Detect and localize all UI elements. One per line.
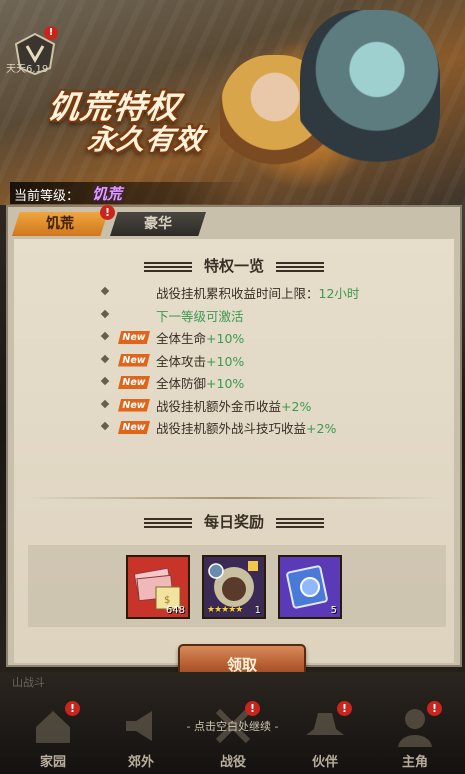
hero-star-rating: ★★★★★ — [207, 605, 243, 615]
nav-partners-label: 伙伴 — [311, 755, 338, 770]
panel-content: 特权一览 战役挂机累积收益时间上限：12小时 下一等级可激活 New 全体生命+… — [14, 239, 454, 684]
nav-partners[interactable]: 伙伴 ! — [290, 701, 360, 770]
reward-item-hero[interactable]: ★★★★★ 1 — [202, 555, 266, 619]
nav-partners-badge: ! — [337, 701, 352, 716]
reward-item-ticket[interactable]: 5 — [278, 555, 342, 619]
nav-suburb-label: 郊外 — [127, 755, 154, 770]
nav-campaign[interactable]: 战役 ! — [198, 701, 268, 770]
nav-hero-badge: ! — [427, 701, 442, 716]
privilege-value: +2% — [281, 398, 312, 414]
privilege-text: 全体生命 — [156, 331, 207, 346]
heading-deco-left — [143, 517, 192, 528]
heading-deco-right — [276, 261, 324, 272]
daily-rewards-title: 每日奖励 — [203, 513, 264, 531]
new-tag: New — [118, 353, 150, 367]
bullet-icon — [100, 399, 110, 408]
list-item: 战役挂机累积收益时间上限：12小时 — [14, 283, 454, 306]
privilege-banner: 饥荒特权 永久有效 ! 天天6.19 当前等级： 饥荒 — [0, 0, 465, 205]
new-tag: New — [118, 331, 150, 344]
new-tag: New — [118, 421, 150, 434]
bullet-icon — [100, 376, 110, 386]
current-level-bar: 当前等级： 饥荒 — [10, 182, 250, 204]
privilege-text: 战役挂机累积收益时间上限： — [156, 286, 319, 301]
bullet-icon — [100, 421, 110, 431]
privilege-value: +10% — [206, 376, 245, 391]
heading-deco-right — [276, 517, 324, 528]
privilege-value: +10% — [206, 331, 245, 346]
reward-count: 1 — [254, 605, 261, 616]
list-item: New 战役挂机额外金币收益+2% — [14, 396, 454, 419]
privileges-title: 特权一览 — [203, 257, 264, 275]
daily-rewards-heading: 每日奖励 — [14, 511, 454, 532]
faded-label: 山战斗 — [12, 676, 45, 689]
nav-campaign-label: 战役 — [219, 755, 246, 770]
zombie-character-art — [300, 10, 440, 180]
privilege-value: 下一等级可激活 — [156, 308, 244, 324]
privilege-text: 全体攻击 — [156, 353, 207, 369]
list-item: New 战役挂机额外战斗技巧收益+2% — [14, 418, 454, 441]
list-item: New 全体生命+10% — [14, 328, 454, 351]
nav-home-badge: ! — [65, 701, 80, 716]
reward-item-cash[interactable]: $ 648 — [126, 555, 190, 619]
privilege-text: 战役挂机额外战斗技巧收益 — [156, 421, 307, 436]
nav-home[interactable]: 家园 ! — [18, 701, 88, 770]
bullet-icon — [100, 286, 110, 296]
nav-suburb[interactable]: 郊外 — [106, 703, 176, 770]
privilege-text: 战役挂机额外金币收益 — [156, 398, 282, 414]
new-tag: New — [118, 398, 150, 412]
privilege-value: +10% — [206, 353, 245, 369]
privileges-heading: 特权一览 — [14, 255, 454, 276]
current-level-label: 当前等级： — [14, 189, 80, 204]
list-item: 下一等级可激活 — [14, 306, 454, 329]
list-item: New 全体攻击+10% — [14, 351, 454, 374]
privilege-value: 12小时 — [318, 286, 360, 301]
tab-famine-alert-badge: ! — [100, 205, 115, 220]
bullet-icon — [100, 354, 110, 363]
privilege-list: 战役挂机累积收益时间上限：12小时 下一等级可激活 New 全体生命+10% N… — [14, 283, 454, 441]
tap-to-continue-hint[interactable]: - 点击空白处继续 - — [0, 718, 465, 734]
tab-bar: 饥荒 ! 豪华 — [10, 205, 450, 238]
privilege-text: 全体防御 — [156, 376, 207, 391]
nav-hero-label: 主角 — [401, 755, 428, 770]
nav-hero[interactable]: 主角 ! — [380, 701, 450, 770]
new-tag: New — [118, 376, 150, 389]
privilege-value: +2% — [306, 421, 337, 436]
nav-home-label: 家园 — [39, 755, 66, 770]
rank-label: 天天6.19 — [6, 64, 49, 75]
current-level-value: 饥荒 — [92, 185, 123, 203]
list-item: New 全体防御+10% — [14, 373, 454, 396]
reward-count: 648 — [165, 605, 185, 616]
nav-campaign-badge: ! — [245, 701, 260, 716]
bullet-icon — [100, 331, 110, 341]
section-divider — [26, 497, 442, 499]
banner-slogan-line2: 永久有效 — [85, 123, 207, 156]
reward-count: 5 — [330, 605, 337, 616]
tab-famine[interactable]: 饥荒 — [12, 212, 108, 236]
heading-deco-left — [143, 261, 192, 272]
privilege-panel: 饥荒 ! 豪华 特权一览 战役挂机累积收益时间上限：12小时 下一等级可激活 N… — [6, 205, 462, 684]
bullet-icon — [100, 309, 110, 318]
tab-luxury[interactable]: 豪华 — [110, 212, 206, 236]
rank-alert-badge: ! — [44, 26, 58, 40]
